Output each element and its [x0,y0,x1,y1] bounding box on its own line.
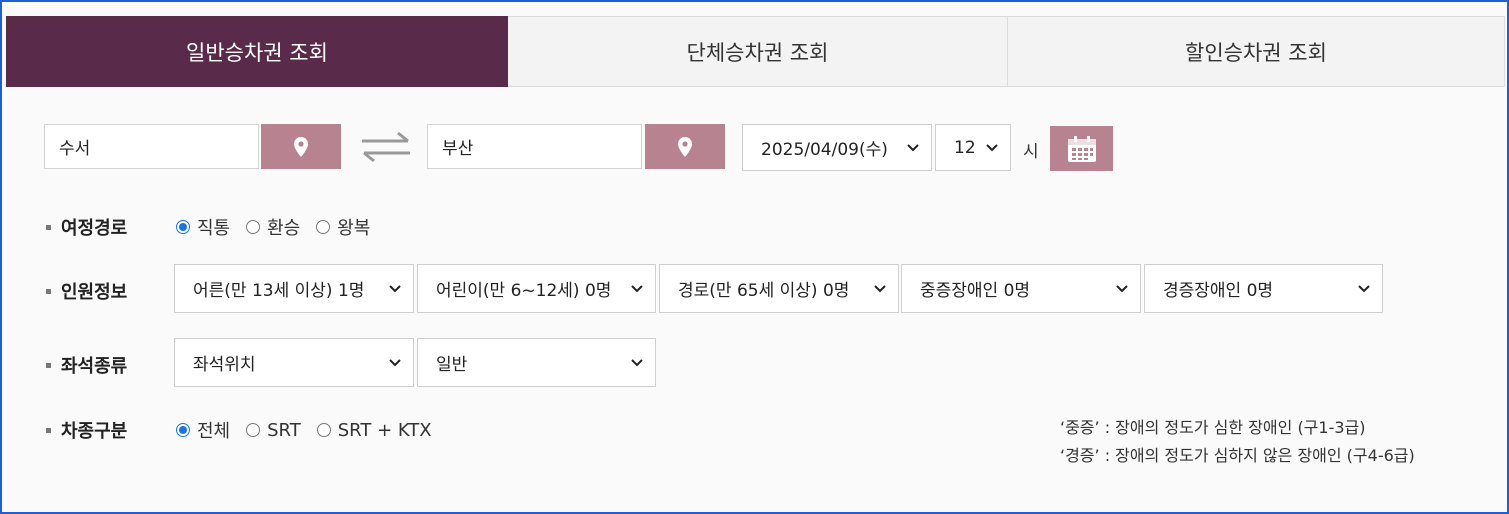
tab-discount-ticket[interactable]: 할인승차권 조회 [1008,16,1505,87]
train-type-option-label: 전체 [197,421,231,442]
train-type-option-label: SRT + KTX [337,419,432,441]
select-value: 중증장애인 0명 [920,281,1031,301]
chevron-down-icon [907,143,919,151]
radio-checked-icon [176,220,190,234]
route-label-text: 여정경로 [61,218,128,239]
bullet-icon [46,427,51,433]
hour-select[interactable]: 12 [935,124,1011,171]
select-value: 경로(만 65세 이상) 0명 [678,281,850,301]
calendar-button[interactable] [1050,126,1113,171]
bullet-icon [46,224,51,230]
train-type-option-label: SRT [267,419,301,441]
search-panel: 일반승차권 조회 단체승차권 조회 할인승차권 조회 수서 부산 2025/04… [0,0,1509,514]
bullet-icon [46,288,51,294]
route-option-label: 직통 [197,218,231,239]
chevron-down-icon [986,143,998,151]
map-pin-icon [294,136,308,157]
select-value: 경증장애인 0명 [1163,281,1274,301]
chevron-down-icon [389,284,401,292]
radio-unchecked-icon [316,423,331,437]
train-type-row-label: 차종구분 [46,417,127,443]
severe-disability-note: ‘중증’ : 장애의 정도가 심한 장애인 (구1-3급) [1060,418,1366,437]
seat-position-select[interactable]: 좌석위치 [174,338,414,387]
route-option-roundtrip[interactable]: 왕복 [316,214,370,240]
date-value: 2025/04/09(수) [761,140,888,160]
tab-general-ticket[interactable]: 일반승차권 조회 [6,16,508,87]
route-option-label: 환승 [267,218,301,239]
seat-class-select[interactable]: 일반 [417,338,656,387]
route-option-direct[interactable]: 직통 [176,214,230,240]
radio-unchecked-icon [246,220,261,234]
adult-count-select[interactable]: 어른(만 13세 이상) 1명 [174,264,414,313]
arrival-station-search-button[interactable] [645,124,725,169]
map-pin-icon [678,136,692,157]
radio-checked-icon [176,423,190,437]
train-type-option-all[interactable]: 전체 [176,417,230,443]
route-row-label: 여정경로 [46,214,127,240]
senior-count-select[interactable]: 경로(만 65세 이상) 0명 [659,264,899,313]
route-radio-group: 직통 환승 왕복 [176,214,386,240]
seat-row-label: 좌석종류 [46,352,127,378]
select-value: 좌석위치 [193,355,256,375]
train-type-option-srt[interactable]: SRT [246,420,301,441]
chevron-down-icon [1358,284,1370,292]
calendar-icon [1067,135,1096,162]
departure-station-search-button[interactable] [261,124,341,169]
passengers-label-text: 인원정보 [61,282,128,303]
route-option-transfer[interactable]: 환승 [246,214,300,240]
select-value: 어린이(만 6~12세) 0명 [436,281,612,301]
departure-station-input[interactable]: 수서 [44,124,259,169]
bullet-icon [46,362,51,368]
train-type-label-text: 차종구분 [61,421,128,442]
tab-group-ticket[interactable]: 단체승차권 조회 [508,16,1008,87]
chevron-down-icon [389,358,401,366]
train-type-radio-group: 전체 SRT SRT + KTX [176,417,448,443]
mild-disability-note: ‘경증’ : 장애의 정도가 심하지 않은 장애인 (구4-6급) [1060,446,1415,465]
radio-unchecked-icon [316,220,331,234]
chevron-down-icon [874,284,886,292]
select-value: 어른(만 13세 이상) 1명 [193,281,365,301]
chevron-down-icon [1116,284,1128,292]
train-type-option-srt-ktx[interactable]: SRT + KTX [316,419,432,441]
mild-disability-count-select[interactable]: 경증장애인 0명 [1144,264,1383,313]
hour-value: 12 [954,137,976,158]
ticket-type-tabs: 일반승차권 조회 단체승차권 조회 할인승차권 조회 [6,16,1505,87]
passengers-row-label: 인원정보 [46,278,127,304]
route-option-label: 왕복 [337,218,371,239]
severe-disability-count-select[interactable]: 중증장애인 0명 [901,264,1141,313]
hour-unit-label: 시 [1023,142,1039,162]
date-select[interactable]: 2025/04/09(수) [742,124,932,171]
child-count-select[interactable]: 어린이(만 6~12세) 0명 [417,264,656,313]
swap-arrows-icon[interactable] [360,130,412,164]
chevron-down-icon [631,358,643,366]
chevron-down-icon [631,284,643,292]
select-value: 일반 [436,355,468,375]
seat-label-text: 좌석종류 [61,356,128,377]
radio-unchecked-icon [246,423,261,437]
arrival-station-input[interactable]: 부산 [427,124,642,169]
